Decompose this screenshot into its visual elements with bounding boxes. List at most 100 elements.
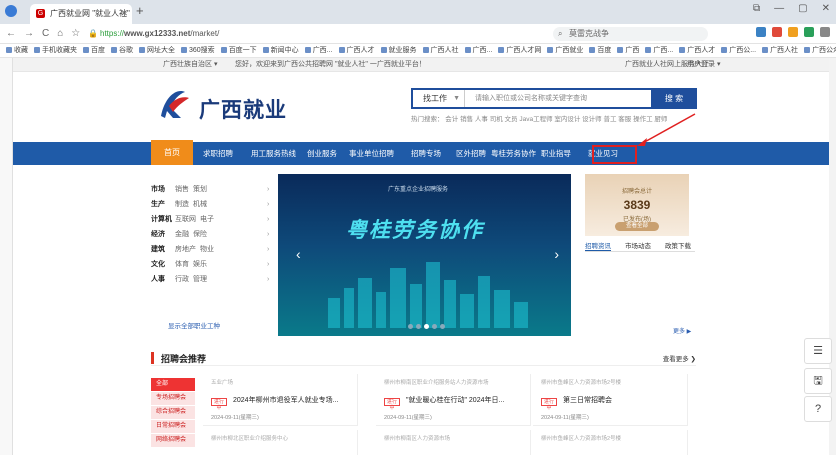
jobfair-card[interactable]: 五业广场 进行中 2024年柳州市退役军人就业专场... 2024-09-11(星期三… [203, 374, 358, 426]
close-window-button[interactable]: ✕ [822, 3, 830, 14]
jobfair-tab[interactable]: 网络招聘会 [151, 434, 195, 447]
category-sub[interactable]: 电子 [200, 216, 214, 223]
category-sub[interactable]: 娱乐 [193, 261, 207, 268]
search-input[interactable]: 请输入职位或公司名称或关键字查询 [475, 90, 587, 107]
more-link[interactable]: 更多 ▶ [673, 326, 691, 335]
category-sub[interactable]: 体育 [175, 261, 189, 268]
forward-button[interactable]: → [24, 28, 34, 39]
maximize-button[interactable]: ▢ [798, 3, 807, 14]
category-sub[interactable]: 保险 [193, 231, 207, 238]
bookmark-item[interactable]: 广西就业 [547, 44, 583, 57]
section-more-link[interactable]: 查看更多 ❯ [663, 353, 696, 363]
nav-home[interactable]: 首页 [151, 140, 193, 165]
bookmark-item[interactable]: 百度 [589, 44, 611, 57]
bookmark-item[interactable]: 广西人才网 [498, 44, 541, 57]
browser-logo-icon[interactable] [5, 5, 17, 17]
category-row[interactable]: 经济 金融 保险 › [151, 229, 274, 241]
nav-item[interactable]: 职业指导 [541, 142, 571, 165]
jobfair-card[interactable]: 柳州市鱼峰区人力资源市场2号楼 [533, 430, 688, 455]
banner-dot[interactable] [440, 324, 445, 329]
jobfair-tab[interactable]: 日常招聘会 [151, 420, 195, 433]
jobfair-card[interactable]: 柳州市柳北区职业介绍服务中心 [203, 430, 358, 455]
bookmark-item[interactable]: 广西公众 [804, 44, 836, 57]
nav-item[interactable]: 区外招聘 [456, 142, 486, 165]
restore-window-button[interactable]: ⧉ [753, 3, 760, 14]
bookmark-item[interactable]: 百度一下 [221, 44, 257, 57]
banner-next-arrow[interactable]: › [554, 246, 559, 262]
nav-item[interactable]: 事业单位招聘 [349, 142, 394, 165]
category-row[interactable]: 生产 制造 机械 › [151, 199, 274, 211]
search-type-select[interactable]: 找工作 ▼ [413, 90, 465, 107]
bookmark-item[interactable]: 广西... [645, 44, 673, 57]
extension-icon[interactable] [788, 27, 798, 37]
category-sub[interactable]: 制造 [175, 201, 189, 208]
extension-icon[interactable] [804, 27, 814, 37]
banner-prev-arrow[interactable]: ‹ [296, 246, 301, 262]
nav-item[interactable]: 创业服务 [307, 142, 337, 165]
jobfair-card[interactable]: 柳州市鱼峰区人力资源市场2号楼 进行中 第三日常招聘会 2024-09-11(星期三) [533, 374, 688, 426]
menu-icon[interactable] [820, 27, 830, 37]
stat-view-all-button[interactable]: 查看全部 [615, 222, 659, 231]
new-tab-button[interactable]: + [136, 4, 144, 18]
jobfair-tab[interactable]: 全部 [151, 378, 195, 391]
category-row[interactable]: 市场 销售 策划 › [151, 184, 274, 196]
minimize-button[interactable]: — [774, 3, 784, 14]
bookmark-item[interactable]: 360搜索 [181, 44, 215, 57]
category-sub[interactable]: 行政 [175, 276, 189, 283]
location-selector[interactable]: 广西壮族自治区 ▾ [163, 58, 217, 72]
card-title[interactable]: 2024年柳州市退役军人就业专场... [233, 395, 338, 405]
jobfair-card[interactable]: 柳州市柳南区职业介绍服务站人力资源市场 进行中 "就业暖心桂在行动" 2024年日.… [376, 374, 531, 426]
banner-dot[interactable] [416, 324, 421, 329]
extension-icon[interactable] [756, 27, 766, 37]
category-sub[interactable]: 互联网 [175, 216, 196, 223]
category-sub[interactable]: 机械 [193, 201, 207, 208]
category-row[interactable]: 建筑 房地产 物业 › [151, 244, 274, 256]
nav-item[interactable]: 招聘专场 [411, 142, 441, 165]
bookmark-item[interactable]: 广西公... [721, 44, 756, 57]
category-row[interactable]: 计算机 互联网 电子 › [151, 214, 274, 226]
list-icon[interactable]: ☰ [804, 338, 832, 364]
bookmark-item[interactable]: 广西人社 [762, 44, 798, 57]
user-login-link[interactable]: 用户登录 ▾ [687, 58, 720, 72]
bookmark-item[interactable]: 网址大全 [139, 44, 175, 57]
save-icon[interactable]: 🖫 [804, 368, 832, 394]
category-sub[interactable]: 策划 [193, 186, 207, 193]
browser-tab[interactable]: G 广西就业网 "就业人社" ✕ [30, 4, 132, 24]
bookmark-item[interactable]: 手机收藏夹 [34, 44, 77, 57]
back-button[interactable]: ← [6, 28, 16, 39]
bookmark-item[interactable]: 广西人才 [339, 44, 375, 57]
bookmark-item[interactable]: 新闻中心 [263, 44, 299, 57]
all-categories-link[interactable]: 显示全部职业工种 [168, 320, 220, 330]
star-button[interactable]: ☆ [71, 28, 80, 39]
bookmark-item[interactable]: 收藏 [6, 44, 28, 57]
jobfair-tab[interactable]: 专场招聘会 [151, 392, 195, 405]
tab-policy-download[interactable]: 政策下载 [665, 240, 691, 250]
extension-icon[interactable] [772, 27, 782, 37]
bookmark-item[interactable]: 广西... [465, 44, 493, 57]
card-title[interactable]: "就业暖心桂在行动" 2024年日... [406, 395, 504, 405]
bookmark-item[interactable]: 就业服务 [381, 44, 417, 57]
banner-dot[interactable] [408, 324, 413, 329]
bookmark-item[interactable]: 谷歌 [111, 44, 133, 57]
jobfair-tab[interactable]: 综合招聘会 [151, 406, 195, 419]
bookmark-item[interactable]: 广西 [617, 44, 639, 57]
category-sub[interactable]: 管理 [193, 276, 207, 283]
home-button[interactable]: ⌂ [57, 28, 63, 39]
bookmark-item[interactable]: 广西... [305, 44, 333, 57]
help-icon[interactable]: ? [804, 396, 832, 422]
jobfair-card[interactable]: 柳州市柳南区人力资源市场 [376, 430, 531, 455]
browser-search-box[interactable]: ⌕ 莫雷克战争 [553, 27, 708, 41]
url-field[interactable]: 🔒 https://www.gx12333.net/market/ [88, 27, 498, 41]
banner-dot[interactable] [432, 324, 437, 329]
search-button[interactable]: 搜 索 [651, 88, 697, 109]
close-tab-icon[interactable]: ✕ [120, 8, 128, 19]
banner-carousel[interactable]: 广东重点企业招聘服务 粤桂劳务协作 ‹ › [278, 174, 571, 336]
category-row[interactable]: 人事 行政 管理 › [151, 274, 274, 286]
category-row[interactable]: 文化 体育 娱乐 › [151, 259, 274, 271]
reload-button[interactable]: C [42, 28, 49, 39]
category-sub[interactable]: 房地产 [175, 246, 196, 253]
nav-item[interactable]: 粤桂劳务协作 [491, 142, 536, 165]
bookmark-item[interactable]: 百度 [83, 44, 105, 57]
category-sub[interactable]: 销售 [175, 186, 189, 193]
category-sub[interactable]: 物业 [200, 246, 214, 253]
